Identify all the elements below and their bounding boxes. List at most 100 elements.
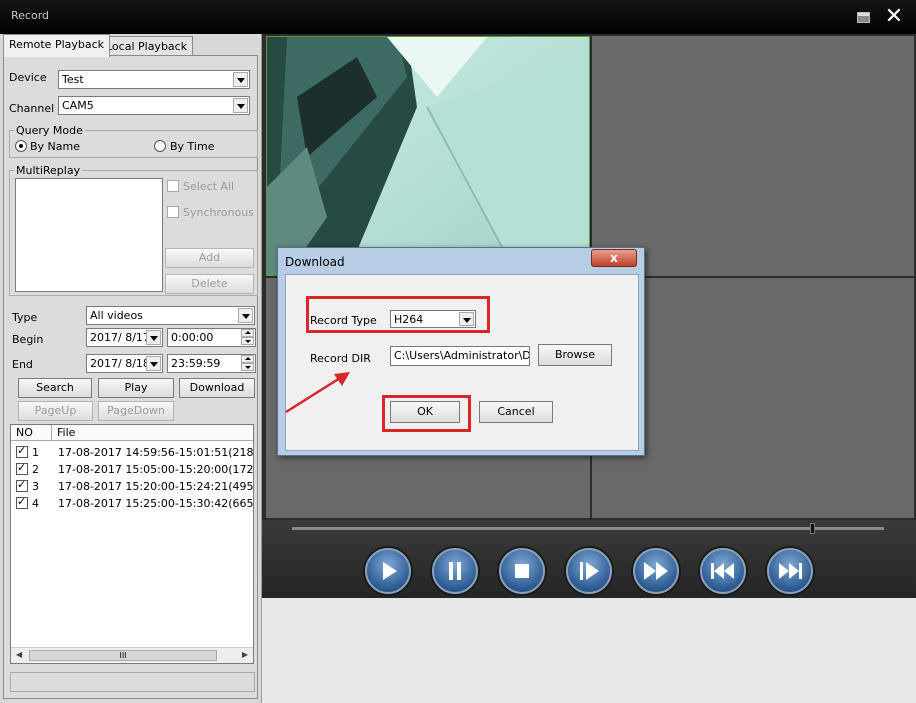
scroll-left-icon[interactable]: ◀ (16, 650, 22, 659)
lower-area (262, 598, 916, 703)
type-value: All videos (90, 309, 143, 322)
camera-feed-image (267, 37, 589, 275)
maximize-icon[interactable] (857, 12, 870, 23)
browse-button[interactable]: Browse (538, 344, 612, 366)
column-no[interactable]: NO (16, 426, 33, 439)
step-forward-control-button[interactable] (566, 548, 612, 594)
download-button[interactable]: Download (179, 378, 255, 398)
type-label: Type (12, 311, 38, 324)
device-select[interactable]: Test (58, 70, 250, 89)
synchronous-label: Synchronous (183, 206, 254, 219)
end-time-value: 23:59:59 (171, 357, 221, 370)
row-checkbox[interactable] (16, 478, 28, 492)
search-button[interactable]: Search (18, 378, 92, 398)
end-date-picker[interactable]: 2017/ 8/18 (86, 354, 163, 373)
row-no: 4 (32, 497, 39, 510)
page-up-button[interactable]: PageUp (18, 401, 93, 421)
step-forward-icon (580, 562, 599, 580)
add-button[interactable]: Add (165, 248, 254, 268)
end-date-value: 2017/ 8/18 (90, 357, 150, 370)
row-checkbox[interactable] (16, 495, 28, 509)
play-control-button[interactable] (365, 548, 411, 594)
begin-label: Begin (12, 333, 44, 346)
play-icon (383, 562, 397, 580)
device-value: Test (62, 73, 84, 86)
stop-control-button[interactable] (499, 548, 545, 594)
chevron-down-icon (146, 356, 161, 371)
begin-date-picker[interactable]: 2017/ 8/17 (86, 328, 163, 347)
dialog-close-icon[interactable]: x (591, 249, 637, 267)
cancel-button[interactable]: Cancel (479, 401, 553, 423)
row-file: 17-08-2017 14:59:56-15:01:51(21810KE (58, 446, 254, 459)
by-name-label: By Name (30, 140, 81, 153)
spin-up-icon[interactable] (241, 355, 254, 363)
skip-back-control-button[interactable] (700, 548, 746, 594)
row-no: 2 (32, 463, 39, 476)
row-file: 17-08-2017 15:05:00-15:20:00(172344K (58, 463, 254, 476)
record-dir-label: Record DIR (310, 352, 371, 365)
play-button[interactable]: Play (98, 378, 174, 398)
skip-forward-control-button[interactable] (767, 548, 813, 594)
by-time-label: By Time (170, 140, 215, 153)
pause-icon (449, 562, 461, 580)
scroll-right-icon[interactable]: ▶ (242, 650, 248, 659)
synchronous-checkbox[interactable] (167, 206, 179, 218)
video-cell-2[interactable] (592, 36, 914, 276)
channel-select[interactable]: CAM5 (58, 96, 250, 115)
file-list[interactable]: NO File 1 17-08-2017 14:59:56-15:01:51(2… (10, 424, 254, 664)
row-checkbox[interactable] (16, 461, 28, 475)
camera-feed (267, 37, 589, 275)
chevron-down-icon (233, 98, 248, 113)
page-down-button[interactable]: PageDown (98, 401, 174, 421)
chevron-down-icon (146, 330, 161, 345)
row-file: 17-08-2017 15:20:00-15:24:21(49526KE (58, 480, 254, 493)
end-time-stepper[interactable]: 23:59:59 (167, 354, 256, 373)
progress-slider[interactable] (292, 523, 884, 534)
fast-forward-icon (644, 562, 668, 580)
dialog-title: Download (285, 255, 345, 269)
multireplay-label: MultiReplay (14, 164, 83, 177)
table-row[interactable]: 1 17-08-2017 14:59:56-15:01:51(21810KE (11, 444, 253, 461)
table-row[interactable]: 4 17-08-2017 15:25:00-15:30:42(66560KE (11, 495, 253, 512)
video-cell-1[interactable] (266, 36, 590, 276)
by-time-radio[interactable] (154, 140, 166, 152)
multireplay-list[interactable] (15, 178, 163, 292)
by-name-radio[interactable] (15, 140, 27, 152)
chevron-down-icon (233, 72, 248, 87)
annotation-arrow-icon (285, 372, 350, 414)
begin-time-value: 0:00:00 (171, 331, 214, 344)
type-select[interactable]: All videos (86, 306, 255, 325)
table-row[interactable]: 3 17-08-2017 15:20:00-15:24:21(49526KE (11, 478, 253, 495)
begin-time-stepper[interactable]: 0:00:00 (167, 328, 256, 347)
begin-date-value: 2017/ 8/17 (90, 331, 150, 344)
fast-forward-control-button[interactable] (633, 548, 679, 594)
record-type-highlight (306, 296, 490, 333)
spin-down-icon[interactable] (241, 337, 254, 345)
spin-down-icon[interactable] (241, 363, 254, 371)
spin-up-icon[interactable] (241, 329, 254, 337)
ok-highlight (382, 395, 471, 432)
status-bar (10, 672, 255, 692)
device-label: Device (9, 71, 47, 84)
query-mode-label: Query Mode (14, 124, 85, 137)
row-checkbox[interactable] (16, 444, 28, 458)
progress-slider-thumb[interactable] (810, 523, 815, 534)
chevron-down-icon (238, 308, 253, 323)
scroll-thumb[interactable]: III (29, 650, 217, 661)
select-all-label: Select All (183, 180, 235, 193)
tab-local-playback[interactable]: Local Playback (100, 36, 194, 57)
playback-control-bar (262, 520, 916, 598)
channel-value: CAM5 (62, 99, 94, 112)
end-label: End (12, 358, 33, 371)
close-icon[interactable]: ✕ (880, 4, 908, 30)
horizontal-scrollbar[interactable]: ◀ III ▶ (11, 647, 253, 663)
row-no: 1 (32, 446, 39, 459)
select-all-checkbox[interactable] (167, 180, 179, 192)
column-file[interactable]: File (57, 426, 75, 439)
record-dir-input[interactable]: C:\Users\Administrator\Desk (390, 346, 530, 366)
table-row[interactable]: 2 17-08-2017 15:05:00-15:20:00(172344K (11, 461, 253, 478)
pause-control-button[interactable] (432, 548, 478, 594)
skip-back-icon (711, 563, 734, 579)
delete-button[interactable]: Delete (165, 274, 254, 294)
tab-remote-playback[interactable]: Remote Playback (3, 34, 111, 57)
